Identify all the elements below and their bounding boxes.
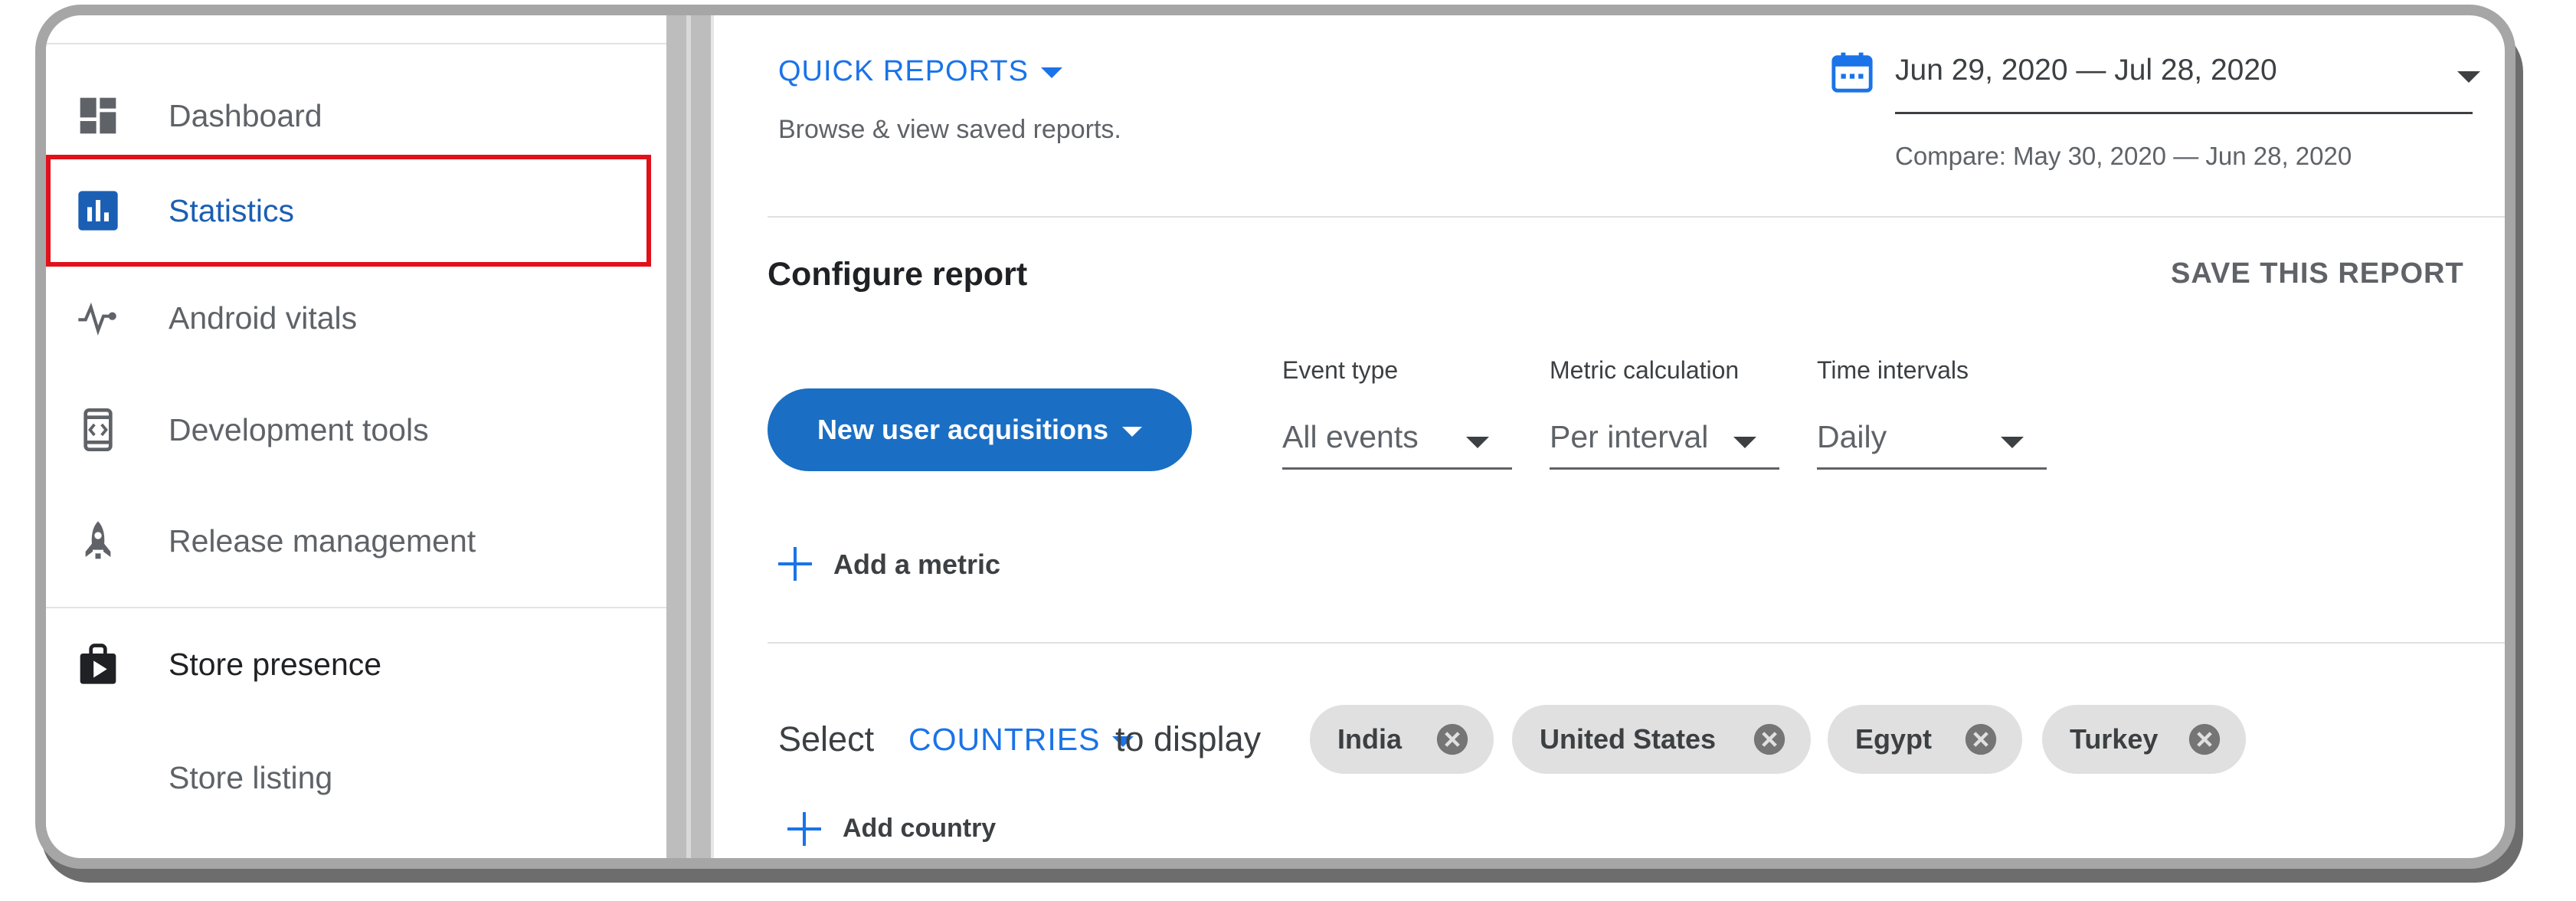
sidebar-divider	[46, 43, 666, 44]
date-range-select[interactable]: Jun 29, 2020 — Jul 28, 2020	[1895, 54, 2277, 87]
dropdown-underline	[1550, 467, 1779, 470]
caret-down-icon	[2001, 437, 2024, 448]
countries-label: COUNTRIES	[908, 722, 1101, 757]
add-metric-label: Add a metric	[833, 549, 1001, 580]
sidebar-item-android-vitals[interactable]: Android vitals	[46, 276, 666, 360]
date-range-caret-icon[interactable]	[2457, 71, 2480, 83]
sidebar-item-label: Android vitals	[169, 300, 358, 336]
play-bag-icon	[77, 643, 119, 686]
sidebar-item-store-listing[interactable]: Store listing	[46, 736, 666, 820]
calendar-icon[interactable]	[1830, 50, 1874, 94]
dropdown-value: Daily	[1817, 419, 1887, 454]
sidebar-divider	[46, 607, 666, 608]
quick-reports-subtitle: Browse & view saved reports.	[778, 115, 1121, 144]
dropdown-value: All events	[1282, 419, 1419, 454]
chip-label: Egypt	[1855, 723, 1933, 755]
time-intervals-dropdown[interactable]: Time intervals Daily	[1817, 356, 2047, 483]
save-report-button[interactable]: SAVE THIS REPORT	[2171, 257, 2464, 290]
country-chip-india[interactable]: India	[1310, 705, 1494, 774]
sidebar-item-development-tools[interactable]: Development tools	[46, 388, 666, 472]
countries-dropdown[interactable]: COUNTRIES	[908, 705, 1134, 774]
chip-label: United States	[1540, 723, 1717, 755]
remove-chip-icon[interactable]	[1753, 722, 1786, 756]
sidebar-item-label: Store listing	[169, 760, 333, 795]
sidebar-item-label: Development tools	[169, 412, 429, 447]
date-range-underline	[1895, 112, 2473, 114]
sidebar-item-release-management[interactable]: Release management	[46, 499, 666, 583]
compare-range: Compare: May 30, 2020 — Jun 28, 2020	[1895, 142, 2352, 170]
metric-button-label: New user acquisitions	[817, 414, 1109, 445]
dropdown-value: Per interval	[1550, 419, 1709, 454]
quick-reports-dropdown[interactable]: QUICK REPORTS	[778, 55, 1062, 88]
remove-chip-icon[interactable]	[1964, 722, 1998, 756]
configure-report-title: Configure report	[768, 256, 1028, 293]
sidebar: Dashboard Statistics Android vitals Deve…	[46, 15, 666, 858]
country-chip-turkey[interactable]: Turkey	[2042, 705, 2246, 774]
caret-down-icon	[1733, 437, 1756, 448]
chip-label: India	[1337, 723, 1403, 755]
sidebar-item-label: Store presence	[169, 647, 382, 682]
section-divider	[768, 642, 2505, 644]
remove-chip-icon[interactable]	[1435, 722, 1469, 756]
event-type-dropdown[interactable]: Event type All events	[1282, 356, 1512, 483]
dashboard-icon	[77, 94, 119, 137]
sidebar-item-label: Release management	[169, 523, 476, 559]
highlight-box	[46, 155, 651, 267]
rocket-icon	[77, 519, 119, 562]
metric-select-button[interactable]: New user acquisitions	[768, 388, 1192, 471]
sidebar-item-dashboard[interactable]: Dashboard	[46, 74, 666, 158]
metric-calculation-dropdown[interactable]: Metric calculation Per interval	[1550, 356, 1779, 483]
country-chip-egypt[interactable]: Egypt	[1828, 705, 2022, 774]
add-country-label: Add country	[843, 814, 997, 843]
code-device-icon	[77, 408, 119, 451]
sidebar-item-label: Dashboard	[169, 98, 322, 133]
section-divider	[768, 216, 2505, 218]
quick-reports-label: QUICK REPORTS	[778, 55, 1029, 87]
scrollbar-groove	[686, 15, 691, 858]
remove-chip-icon[interactable]	[2188, 722, 2221, 756]
app-screen: Dashboard Statistics Android vitals Deve…	[46, 15, 2505, 858]
dropdown-underline	[1282, 467, 1512, 470]
select-prefix: Select	[778, 719, 875, 758]
caret-down-icon	[1040, 67, 1062, 78]
country-chip-united-states[interactable]: United States	[1512, 705, 1811, 774]
caret-down-icon	[1466, 437, 1489, 448]
caret-down-icon	[1122, 426, 1143, 437]
chip-label: Turkey	[2070, 723, 2159, 755]
pulse-icon	[77, 297, 119, 339]
plus-icon	[778, 547, 812, 581]
select-suffix: to display	[1115, 719, 1262, 758]
main-content: QUICK REPORTS Browse & view saved report…	[714, 15, 2505, 858]
dropdown-label: Event type	[1282, 356, 1399, 384]
sidebar-item-store-presence[interactable]: Store presence	[46, 622, 666, 706]
dropdown-label: Metric calculation	[1550, 356, 1740, 384]
dropdown-underline	[1817, 467, 2047, 470]
dropdown-label: Time intervals	[1817, 356, 1969, 384]
plus-icon	[787, 812, 821, 846]
